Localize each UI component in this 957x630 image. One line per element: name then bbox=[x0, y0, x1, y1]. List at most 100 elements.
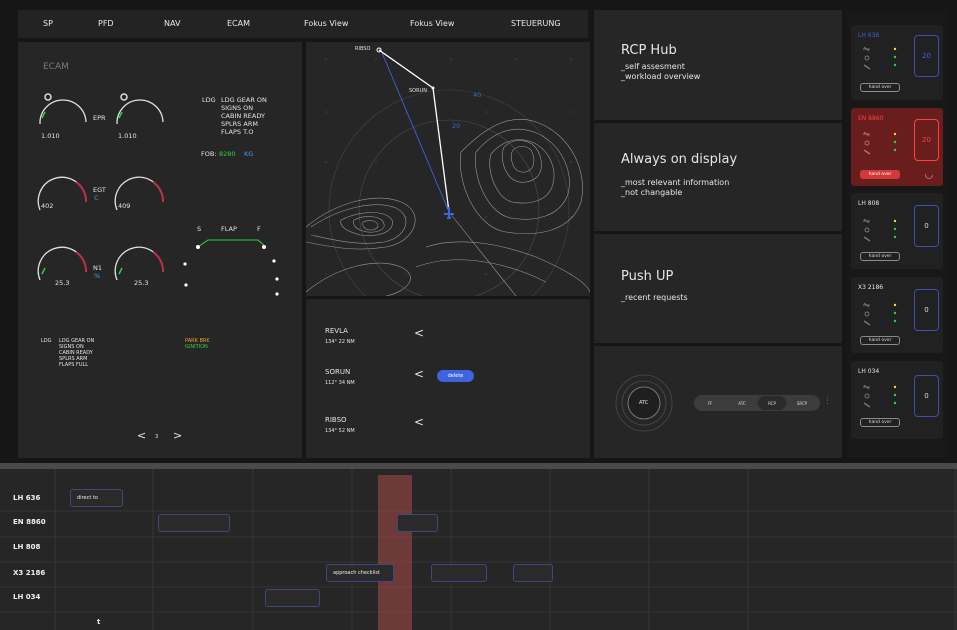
flight-level-box: 20 bbox=[914, 119, 939, 161]
timeline-panel: LH 636 EN 8860 LH 808 X3 2186 LH 034 dir… bbox=[0, 469, 957, 630]
waypoint-detail: 112° 34 NM bbox=[325, 380, 355, 386]
always-on-display-panel: Always on display _most relevant informa… bbox=[594, 123, 842, 231]
timeline-task-label: direct to bbox=[77, 495, 98, 501]
timeline-task-label: approach checklist bbox=[333, 570, 380, 576]
root: SP PFD NAV ECAM Fokus View Fokus View ST… bbox=[0, 0, 957, 630]
timeline-row-label: LH 034 bbox=[13, 593, 41, 601]
memo-upper-line: FLAPS T.O bbox=[221, 128, 254, 136]
top-navigation: SP PFD NAV ECAM Fokus View Fokus View ST… bbox=[18, 10, 588, 38]
flight-callsign: EN 8860 bbox=[858, 115, 884, 122]
flight-card-lh808[interactable]: LH 808 0 hand over bbox=[851, 193, 943, 269]
memo-upper-line: CABIN READY bbox=[221, 112, 265, 120]
flight-level-box: 0 bbox=[914, 289, 939, 331]
more-options-icon[interactable]: ⋮ bbox=[823, 396, 832, 406]
timeline-task[interactable] bbox=[158, 514, 230, 532]
flight-level-box: 0 bbox=[914, 375, 939, 417]
range-ring-40: 40 bbox=[473, 91, 482, 99]
workload-indicator-icon bbox=[863, 131, 897, 155]
hand-over-button[interactable]: hand over bbox=[860, 83, 900, 92]
epr-right-value: 1.010 bbox=[118, 132, 137, 140]
nav-item-fokus-view-1[interactable]: Fokus View bbox=[304, 19, 348, 28]
flight-card-lh034[interactable]: LH 034 0 hand over bbox=[851, 361, 943, 439]
memo-ignition: IGNITION bbox=[185, 344, 208, 350]
flight-card-en8860[interactable]: EN 8860 20 hand over bbox=[851, 108, 943, 186]
page-next-button[interactable]: > bbox=[173, 429, 182, 442]
egt-left-value: 402 bbox=[41, 202, 54, 210]
timeline-row-label: EN 8860 bbox=[13, 518, 46, 526]
memo-upper-line: SPLRS ARM bbox=[221, 120, 258, 128]
workload-indicator-icon bbox=[863, 384, 897, 408]
waypoint-name: RIBSO bbox=[325, 416, 347, 424]
chevron-left-icon[interactable]: < bbox=[414, 326, 424, 340]
nav-item-fokus-view-2[interactable]: Fokus View bbox=[410, 19, 454, 28]
flight-card-x32186[interactable]: X3 2186 0 hand over bbox=[851, 277, 943, 353]
flight-callsign: LH 808 bbox=[858, 200, 880, 207]
timeline-row-label: X3 2186 bbox=[13, 569, 46, 577]
fob-unit: KG bbox=[244, 150, 254, 158]
segment-srcp[interactable]: SRCP bbox=[792, 401, 812, 406]
nav-item-sp[interactable]: SP bbox=[43, 19, 53, 28]
flight-callsign: X3 2186 bbox=[858, 284, 884, 291]
rcp-hub-lines: _self assesment _workload overview bbox=[621, 62, 700, 82]
memo-lower: LDG GEAR ON SIGNS ON CABIN READY SPLRS A… bbox=[59, 338, 94, 368]
flight-card-lh636[interactable]: LH 636 20 hand over bbox=[851, 25, 943, 100]
flight-callsign: LH 636 bbox=[858, 32, 880, 39]
fob-label: FOB: bbox=[201, 150, 217, 158]
memo-upper-line: LDG GEAR ON bbox=[221, 96, 267, 104]
waypoint-detail: 134° 52 NM bbox=[325, 428, 355, 434]
flight-level-box: 20 bbox=[914, 35, 939, 77]
delete-button[interactable]: delete bbox=[437, 370, 474, 382]
flap-s-label: S bbox=[197, 225, 202, 233]
nav-map-panel[interactable]: RIBSO SORUN 40 20 bbox=[306, 42, 590, 296]
nav-item-nav[interactable]: NAV bbox=[164, 19, 180, 28]
timeline-grid bbox=[0, 469, 957, 630]
waypoint-label-sorun: SORUN bbox=[409, 88, 427, 94]
page-prev-button[interactable]: < bbox=[137, 429, 146, 442]
flap-f-label: F bbox=[257, 225, 261, 233]
aod-line: _not changable bbox=[621, 188, 683, 197]
range-ring-20: 20 bbox=[452, 122, 461, 130]
egt-label: EGT bbox=[93, 186, 106, 194]
workload-indicator-icon bbox=[863, 218, 897, 242]
timeline-task-approach-checklist[interactable]: approach checklist bbox=[326, 564, 394, 582]
timeline-task[interactable] bbox=[513, 564, 553, 582]
waypoint-item-sorun[interactable]: SORUN 112° 34 NM < delete bbox=[306, 361, 590, 391]
hand-over-button[interactable]: hand over bbox=[860, 252, 900, 261]
waypoint-item-revla[interactable]: REVLA 134° 22 NM < bbox=[306, 319, 590, 349]
chevron-left-icon[interactable]: < bbox=[414, 367, 424, 381]
nav-item-ecam[interactable]: ECAM bbox=[227, 19, 250, 28]
rcp-hub-line: _self assesment bbox=[621, 62, 685, 71]
timeline-task-direct-to[interactable]: direct to bbox=[70, 489, 123, 507]
nav-item-pfd[interactable]: PFD bbox=[98, 19, 114, 28]
page-number: 3 bbox=[155, 434, 159, 440]
rcp-hub-title: RCP Hub bbox=[621, 43, 677, 58]
segment-atc[interactable]: ATC bbox=[732, 401, 752, 406]
timeline-task[interactable] bbox=[397, 514, 438, 532]
flight-callsign: LH 034 bbox=[858, 368, 880, 375]
memo-lower-prefix: LDG bbox=[41, 338, 52, 344]
rcp-hub-panel: RCP Hub _self assesment _workload overvi… bbox=[594, 10, 842, 120]
rcp-hub-line: _workload overview bbox=[621, 72, 701, 81]
n1-unit: % bbox=[94, 272, 101, 280]
workload-indicator-icon bbox=[863, 46, 897, 70]
hand-over-button[interactable]: hand over bbox=[860, 336, 900, 345]
hand-over-button[interactable]: hand over bbox=[860, 170, 900, 179]
timeline-task[interactable] bbox=[265, 589, 320, 607]
timeline-task[interactable] bbox=[431, 564, 487, 582]
waypoint-list-panel: REVLA 134° 22 NM < SORUN 112° 34 NM < de… bbox=[306, 299, 590, 458]
waypoint-name: SORUN bbox=[325, 368, 351, 376]
push-up-title: Push UP bbox=[621, 269, 674, 284]
segment-rcp[interactable]: RCP bbox=[762, 401, 782, 406]
aod-title: Always on display bbox=[621, 152, 738, 167]
fob-value: 8280 bbox=[219, 150, 236, 158]
hand-over-button[interactable]: hand over bbox=[860, 418, 900, 427]
nav-item-steuerung[interactable]: STEUERUNG bbox=[511, 19, 561, 28]
push-up-panel: Push UP _recent requests bbox=[594, 234, 842, 343]
segment-ff[interactable]: FF bbox=[700, 401, 720, 406]
chevron-left-icon[interactable]: < bbox=[414, 415, 424, 429]
epr-left-value: 1.010 bbox=[41, 132, 60, 140]
waypoint-item-ribso[interactable]: RIBSO 134° 52 NM < bbox=[306, 409, 590, 439]
ecam-panel: ECAM 1.010 EPR 1.010 402 EGT C 409 25.3 … bbox=[18, 42, 302, 458]
nav-map-drawing bbox=[306, 47, 590, 296]
aod-line: _most relevant information bbox=[621, 178, 730, 187]
